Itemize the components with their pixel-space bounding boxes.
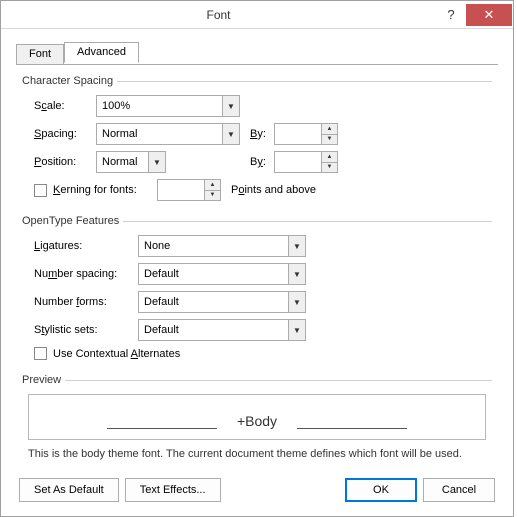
spinner: ▲ ▼: [321, 124, 337, 144]
stylistic-value: Default: [139, 324, 288, 336]
spinner: ▲ ▼: [321, 152, 337, 172]
kerning-size-input[interactable]: ▲ ▼: [157, 179, 221, 201]
text-effects-button[interactable]: Text Effects...: [125, 478, 221, 502]
kerning-label: Kerning for fonts:: [53, 184, 157, 196]
chevron-down-icon[interactable]: ▼: [288, 320, 305, 340]
by-position-input[interactable]: ▲ ▼: [274, 151, 338, 173]
numforms-row: Number forms: Default ▼: [34, 291, 492, 313]
set-default-button[interactable]: Set As Default: [19, 478, 119, 502]
spin-up-icon[interactable]: ▲: [322, 152, 337, 163]
numspacing-label: Number spacing:: [34, 268, 138, 280]
button-row: Set As Default Text Effects... OK Cancel: [19, 478, 495, 502]
numforms-value: Default: [139, 296, 288, 308]
position-value: Normal: [97, 156, 148, 168]
preview-note: This is the body theme font. The current…: [28, 448, 486, 460]
numforms-combo[interactable]: Default ▼: [138, 291, 306, 313]
close-button[interactable]: ✕: [466, 4, 512, 26]
preview-box: +Body: [28, 394, 486, 440]
stylistic-combo[interactable]: Default ▼: [138, 319, 306, 341]
kerning-row: Kerning for fonts: ▲ ▼ Points and above: [34, 179, 492, 201]
contextual-label: Use Contextual Alternates: [53, 348, 180, 360]
stylistic-label: Stylistic sets:: [34, 324, 138, 336]
preview-line: +Body: [47, 413, 467, 429]
opentype-group: OpenType Features Ligatures: None ▼ Numb…: [22, 215, 492, 360]
cancel-button[interactable]: Cancel: [423, 478, 495, 502]
contextual-row: Use Contextual Alternates: [34, 347, 492, 360]
tab-strip: Font Advanced: [16, 43, 498, 65]
character-spacing-group: Character Spacing Scale: 100% ▼ Spacing:…: [22, 75, 492, 201]
chevron-down-icon[interactable]: ▼: [288, 292, 305, 312]
spacing-value: Normal: [97, 128, 222, 140]
by1-label: By:: [250, 128, 274, 140]
ligatures-label: Ligatures:: [34, 240, 138, 252]
spinner: ▲ ▼: [204, 180, 220, 200]
by2-label: By:: [250, 156, 274, 168]
kerning-value: [158, 180, 204, 200]
ligatures-value: None: [139, 240, 288, 252]
tab-advanced[interactable]: Advanced: [64, 42, 139, 63]
preview-legend: Preview: [22, 374, 492, 386]
spin-up-icon[interactable]: ▲: [205, 180, 220, 191]
by2-value: [275, 152, 321, 172]
kerning-after-label: Points and above: [231, 184, 316, 196]
tab-font[interactable]: Font: [16, 44, 64, 65]
preview-text: +Body: [237, 413, 277, 429]
numspacing-value: Default: [139, 268, 288, 280]
numspacing-row: Number spacing: Default ▼: [34, 263, 492, 285]
chevron-down-icon[interactable]: ▼: [222, 124, 239, 144]
tab-font-label: Font: [29, 48, 51, 60]
preview-group: Preview +Body This is the body theme fon…: [22, 374, 492, 460]
scale-value: 100%: [97, 100, 222, 112]
dialog-content: Font Advanced Character Spacing Scale: 1…: [1, 29, 513, 460]
ok-button[interactable]: OK: [345, 478, 417, 502]
chevron-down-icon[interactable]: ▼: [288, 236, 305, 256]
numforms-label: Number forms:: [34, 296, 138, 308]
dialog-title: Font: [1, 8, 436, 22]
font-dialog: Font ? ✕ Font Advanced Character Spacing…: [0, 0, 514, 517]
position-combo[interactable]: Normal ▼: [96, 151, 166, 173]
spin-down-icon[interactable]: ▼: [205, 191, 220, 201]
opentype-legend: OpenType Features: [22, 215, 492, 227]
numspacing-combo[interactable]: Default ▼: [138, 263, 306, 285]
position-row: Position: Normal ▼ By: ▲ ▼: [34, 151, 492, 173]
tab-advanced-label: Advanced: [77, 46, 126, 58]
chevron-down-icon[interactable]: ▼: [222, 96, 239, 116]
spin-down-icon[interactable]: ▼: [322, 163, 337, 173]
ligatures-row: Ligatures: None ▼: [34, 235, 492, 257]
spin-up-icon[interactable]: ▲: [322, 124, 337, 135]
preview-underline-left: [107, 428, 217, 429]
ligatures-combo[interactable]: None ▼: [138, 235, 306, 257]
preview-underline-right: [297, 428, 407, 429]
chevron-down-icon[interactable]: ▼: [288, 264, 305, 284]
spacing-combo[interactable]: Normal ▼: [96, 123, 240, 145]
scale-row: Scale: 100% ▼: [34, 95, 492, 117]
character-spacing-legend: Character Spacing: [22, 75, 492, 87]
by1-value: [275, 124, 321, 144]
scale-label: Scale:: [34, 100, 96, 112]
position-label: Position:: [34, 156, 96, 168]
scale-combo[interactable]: 100% ▼: [96, 95, 240, 117]
kerning-checkbox[interactable]: [34, 184, 47, 197]
help-button[interactable]: ?: [436, 4, 466, 26]
stylistic-row: Stylistic sets: Default ▼: [34, 319, 492, 341]
spacing-label: Spacing:: [34, 128, 96, 140]
contextual-checkbox[interactable]: [34, 347, 47, 360]
by-spacing-input[interactable]: ▲ ▼: [274, 123, 338, 145]
titlebar: Font ? ✕: [1, 1, 513, 29]
spacing-row: Spacing: Normal ▼ By: ▲ ▼: [34, 123, 492, 145]
spin-down-icon[interactable]: ▼: [322, 135, 337, 145]
chevron-down-icon[interactable]: ▼: [148, 152, 165, 172]
